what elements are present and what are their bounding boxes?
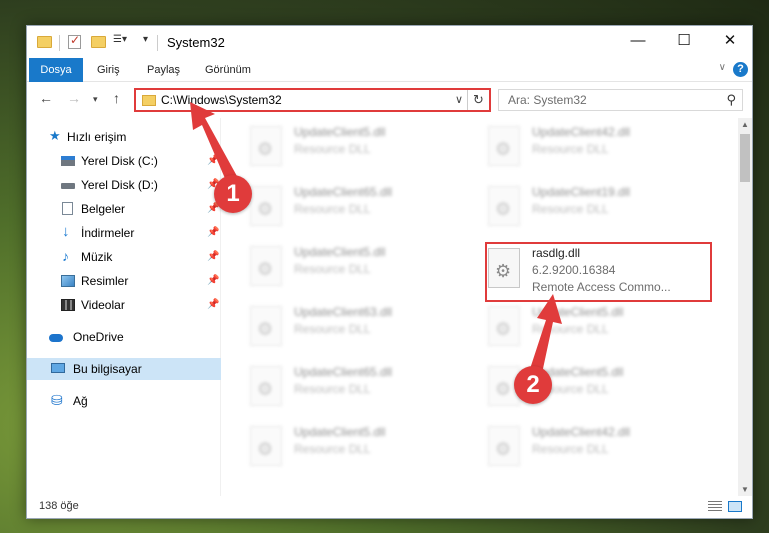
close-button[interactable]: ✕ — [707, 26, 753, 56]
windows-disk-icon — [61, 156, 75, 166]
customize-toolbar-icon[interactable]: ☰▾ — [113, 34, 127, 45]
search-box[interactable]: Ara: System32 ⚲ — [498, 89, 743, 111]
list-item[interactable]: UpdateClient5.dll Resource DLL — [250, 122, 480, 172]
ribbon: Dosya Giriş Paylaş Görünüm ∨ ? — [27, 58, 752, 82]
list-item[interactable]: UpdateClient65.dll Resource DLL — [250, 362, 480, 412]
dll-file-icon — [488, 306, 520, 346]
expand-ribbon-icon[interactable]: ∨ — [719, 62, 726, 73]
list-item[interactable]: UpdateClient5.dll Resource DLL — [250, 242, 480, 292]
scroll-up-icon[interactable]: ▲ — [741, 120, 749, 129]
file-list[interactable]: UpdateClient5.dll Resource DLL UpdateCli… — [222, 118, 738, 496]
folder-icon — [142, 95, 156, 106]
up-button[interactable]: ↑ — [113, 90, 120, 106]
search-input[interactable]: Ara: System32 — [508, 93, 587, 107]
scroll-thumb[interactable] — [740, 134, 750, 182]
sidebar-item-videos[interactable]: Videolar 📌 — [27, 294, 221, 316]
sidebar-item-this-pc[interactable]: Bu bilgisayar — [27, 358, 221, 380]
maximize-button[interactable]: ☐ — [661, 26, 707, 56]
chevron-down-icon[interactable]: ▾ — [143, 34, 148, 45]
explorer-window: ☰▾ ▾ System32 — ☐ ✕ Dosya Giriş Paylaş G… — [26, 25, 753, 519]
tab-share[interactable]: Paylaş — [137, 58, 190, 82]
dll-file-icon — [250, 126, 282, 166]
list-item[interactable]: UpdateClient5.dll Resource DLL — [250, 422, 480, 472]
minimize-button[interactable]: — — [615, 26, 661, 56]
recent-locations-icon[interactable]: ▾ — [93, 94, 98, 105]
vertical-scrollbar[interactable]: ▲ ▼ — [738, 118, 752, 496]
sidebar-item-local-disk-d[interactable]: Yerel Disk (D:) 📌 — [27, 174, 221, 196]
callout-1: 1 — [214, 175, 252, 213]
navigation-pane: ★ Hızlı erişim Yerel Disk (C:) 📌 Yerel D… — [27, 118, 221, 496]
video-icon — [61, 299, 75, 311]
dll-file-icon — [488, 126, 520, 166]
toolbar-separator — [59, 35, 60, 51]
list-item[interactable]: UpdateClient19.dll Resource DLL — [488, 182, 718, 232]
callout-2: 2 — [514, 366, 552, 404]
disk-icon — [61, 183, 75, 189]
new-folder-icon[interactable] — [91, 36, 106, 48]
cloud-icon — [49, 334, 63, 342]
dll-file-icon — [250, 246, 282, 286]
back-button[interactable]: ← — [39, 90, 53, 106]
pin-icon[interactable]: 📌 — [207, 270, 219, 292]
folder-icon[interactable] — [37, 36, 52, 48]
forward-button[interactable]: → — [67, 90, 81, 106]
list-item[interactable]: UpdateClient42.dll Resource DLL — [488, 122, 718, 172]
tiles-view-icon[interactable] — [728, 501, 742, 512]
sidebar-item-documents[interactable]: Belgeler 📌 — [27, 198, 221, 220]
list-item[interactable]: UpdateClient63.dll Resource DLL — [250, 302, 480, 352]
details-view-icon[interactable] — [708, 501, 722, 512]
tab-view[interactable]: Görünüm — [195, 58, 261, 82]
search-icon[interactable]: ⚲ — [726, 92, 736, 108]
sidebar-item-quick-access[interactable]: ★ Hızlı erişim — [27, 126, 221, 148]
properties-icon[interactable] — [68, 33, 81, 49]
dll-file-icon — [488, 426, 520, 466]
title-bar: ☰▾ ▾ System32 — ☐ ✕ — [27, 26, 752, 58]
sidebar-item-pictures[interactable]: Resimler 📌 — [27, 270, 221, 292]
dll-file-icon — [488, 186, 520, 226]
music-icon: ♪ — [62, 248, 69, 264]
item-count: 138 öğe — [39, 500, 79, 512]
tab-file[interactable]: Dosya — [29, 58, 83, 82]
sidebar-item-music[interactable]: ♪ Müzik 📌 — [27, 246, 221, 268]
sidebar-item-onedrive[interactable]: OneDrive — [27, 326, 221, 348]
scroll-down-icon[interactable]: ▼ — [741, 485, 749, 494]
document-icon — [62, 202, 73, 215]
pin-icon[interactable]: 📌 — [207, 150, 219, 172]
pin-icon[interactable]: 📌 — [207, 222, 219, 244]
dll-file-icon — [250, 426, 282, 466]
address-bar[interactable]: C:\Windows\System32 ∨ ↻ — [134, 88, 491, 112]
toolbar-separator — [157, 35, 158, 51]
sidebar-item-network[interactable]: ⛁ Ağ — [27, 390, 221, 412]
window-title: System32 — [167, 35, 225, 50]
sidebar-item-local-disk-c[interactable]: Yerel Disk (C:) 📌 — [27, 150, 221, 172]
list-item[interactable]: UpdateClient65.dll Resource DLL — [250, 182, 480, 232]
list-item[interactable]: UpdateClient5.dll Resource DLL — [488, 302, 718, 352]
navigation-bar: ← → ▾ ↑ C:\Windows\System32 ∨ ↻ Ara: Sys… — [27, 83, 752, 117]
sidebar-item-downloads[interactable]: ↓ İndirmeler 📌 — [27, 222, 221, 244]
dll-file-icon — [250, 186, 282, 226]
pictures-icon — [61, 275, 75, 287]
help-icon[interactable]: ? — [733, 62, 748, 77]
address-path[interactable]: C:\Windows\System32 — [161, 93, 282, 107]
network-icon: ⛁ — [51, 392, 63, 408]
tab-home[interactable]: Giriş — [87, 58, 130, 82]
dll-file-icon — [250, 366, 282, 406]
refresh-button[interactable]: ↻ — [467, 90, 489, 110]
highlight-box — [485, 242, 712, 302]
computer-icon — [51, 363, 65, 373]
list-item[interactable]: UpdateClient42.dll Resource DLL — [488, 422, 718, 472]
dll-file-icon — [250, 306, 282, 346]
status-bar: 138 öğe — [27, 496, 752, 518]
chevron-down-icon[interactable]: ∨ — [455, 93, 463, 106]
pin-icon[interactable]: 📌 — [207, 246, 219, 268]
pin-icon[interactable]: 📌 — [207, 294, 219, 316]
star-icon: ★ — [49, 128, 61, 143]
download-icon: ↓ — [62, 223, 70, 240]
